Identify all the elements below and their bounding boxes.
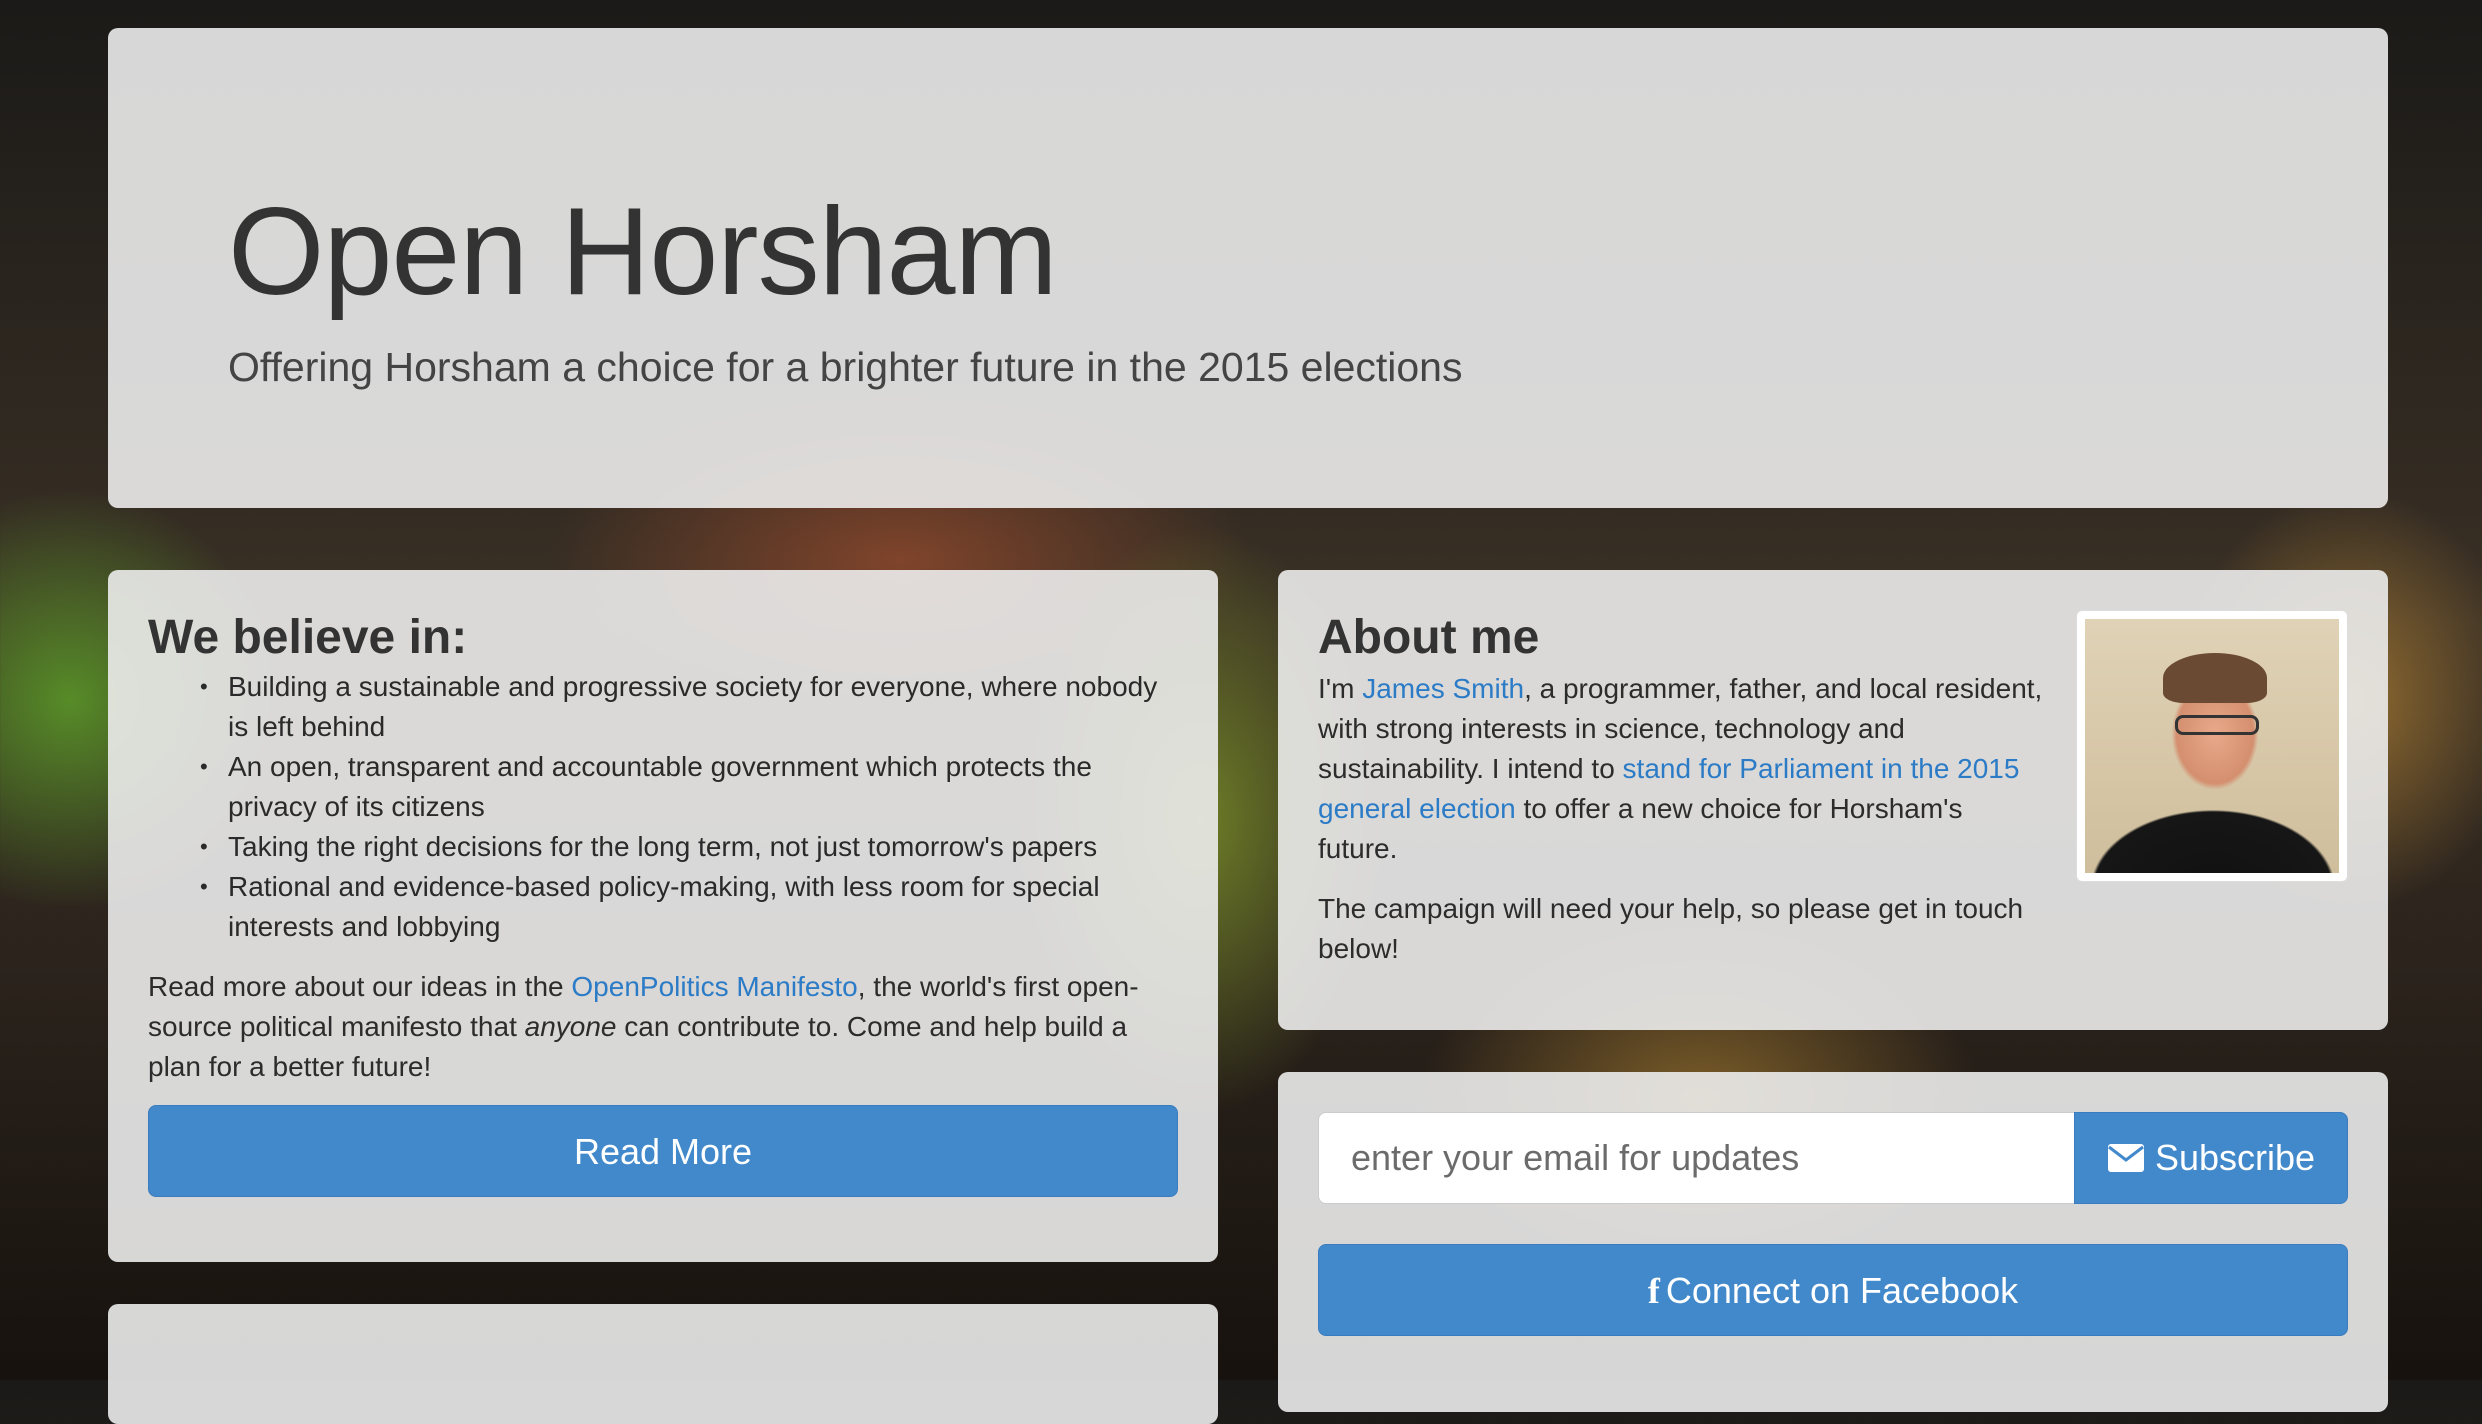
bullet-icon: •	[200, 874, 208, 900]
list-item: • Building a sustainable and progressive …	[200, 667, 1178, 747]
subscribe-button[interactable]: Subscribe	[2074, 1112, 2348, 1204]
envelope-icon	[2107, 1144, 2144, 1172]
james-smith-link[interactable]: James Smith	[1362, 673, 1524, 704]
list-item: • Taking the right decisions for the long…	[200, 827, 1178, 867]
lower-panel	[108, 1304, 1218, 1424]
site-subtitle: Offering Horsham a choice for a brighter…	[228, 344, 1463, 390]
bullet-icon: •	[200, 754, 208, 780]
about-panel: About me I'm James Smith, a programmer, …	[1278, 570, 2388, 1030]
email-input[interactable]	[1318, 1112, 2074, 1204]
beliefs-panel: We believe in: • Building a sustainable a…	[108, 570, 1218, 1262]
bullet-icon: •	[200, 674, 208, 700]
list-item: • An open, transparent and accountable go…	[200, 747, 1178, 827]
read-more-button[interactable]: Read More	[148, 1105, 1178, 1198]
beliefs-list: • Building a sustainable and progressive …	[148, 667, 1178, 947]
facebook-connect-button[interactable]: f Connect on Facebook	[1318, 1244, 2348, 1336]
portrait-image	[2085, 619, 2339, 873]
about-help-text: The campaign will need your help, so ple…	[1318, 893, 2024, 965]
profile-photo	[2076, 610, 2348, 882]
facebook-icon: f	[1647, 1271, 1660, 1311]
subscribe-panel: Subscribe fConnect on Facebook	[1278, 1072, 2388, 1412]
readmore-paragraph: Read more about our ideas in the OpenPol…	[148, 971, 1139, 1083]
subscribe-form: Subscribe	[1318, 1112, 2348, 1204]
about-intro: I'm James Smith, a programmer, father, a…	[1318, 673, 2043, 865]
list-item: • Rational and evidence-based policy-maki…	[200, 867, 1178, 947]
header-jumbotron: Open Horsham Offering Horsham a choice f…	[108, 28, 2388, 508]
site-title: Open Horsham	[228, 183, 1058, 321]
manifesto-link[interactable]: OpenPolitics Manifesto	[571, 971, 857, 1002]
bullet-icon: •	[200, 834, 208, 860]
beliefs-heading: We believe in:	[148, 611, 468, 664]
